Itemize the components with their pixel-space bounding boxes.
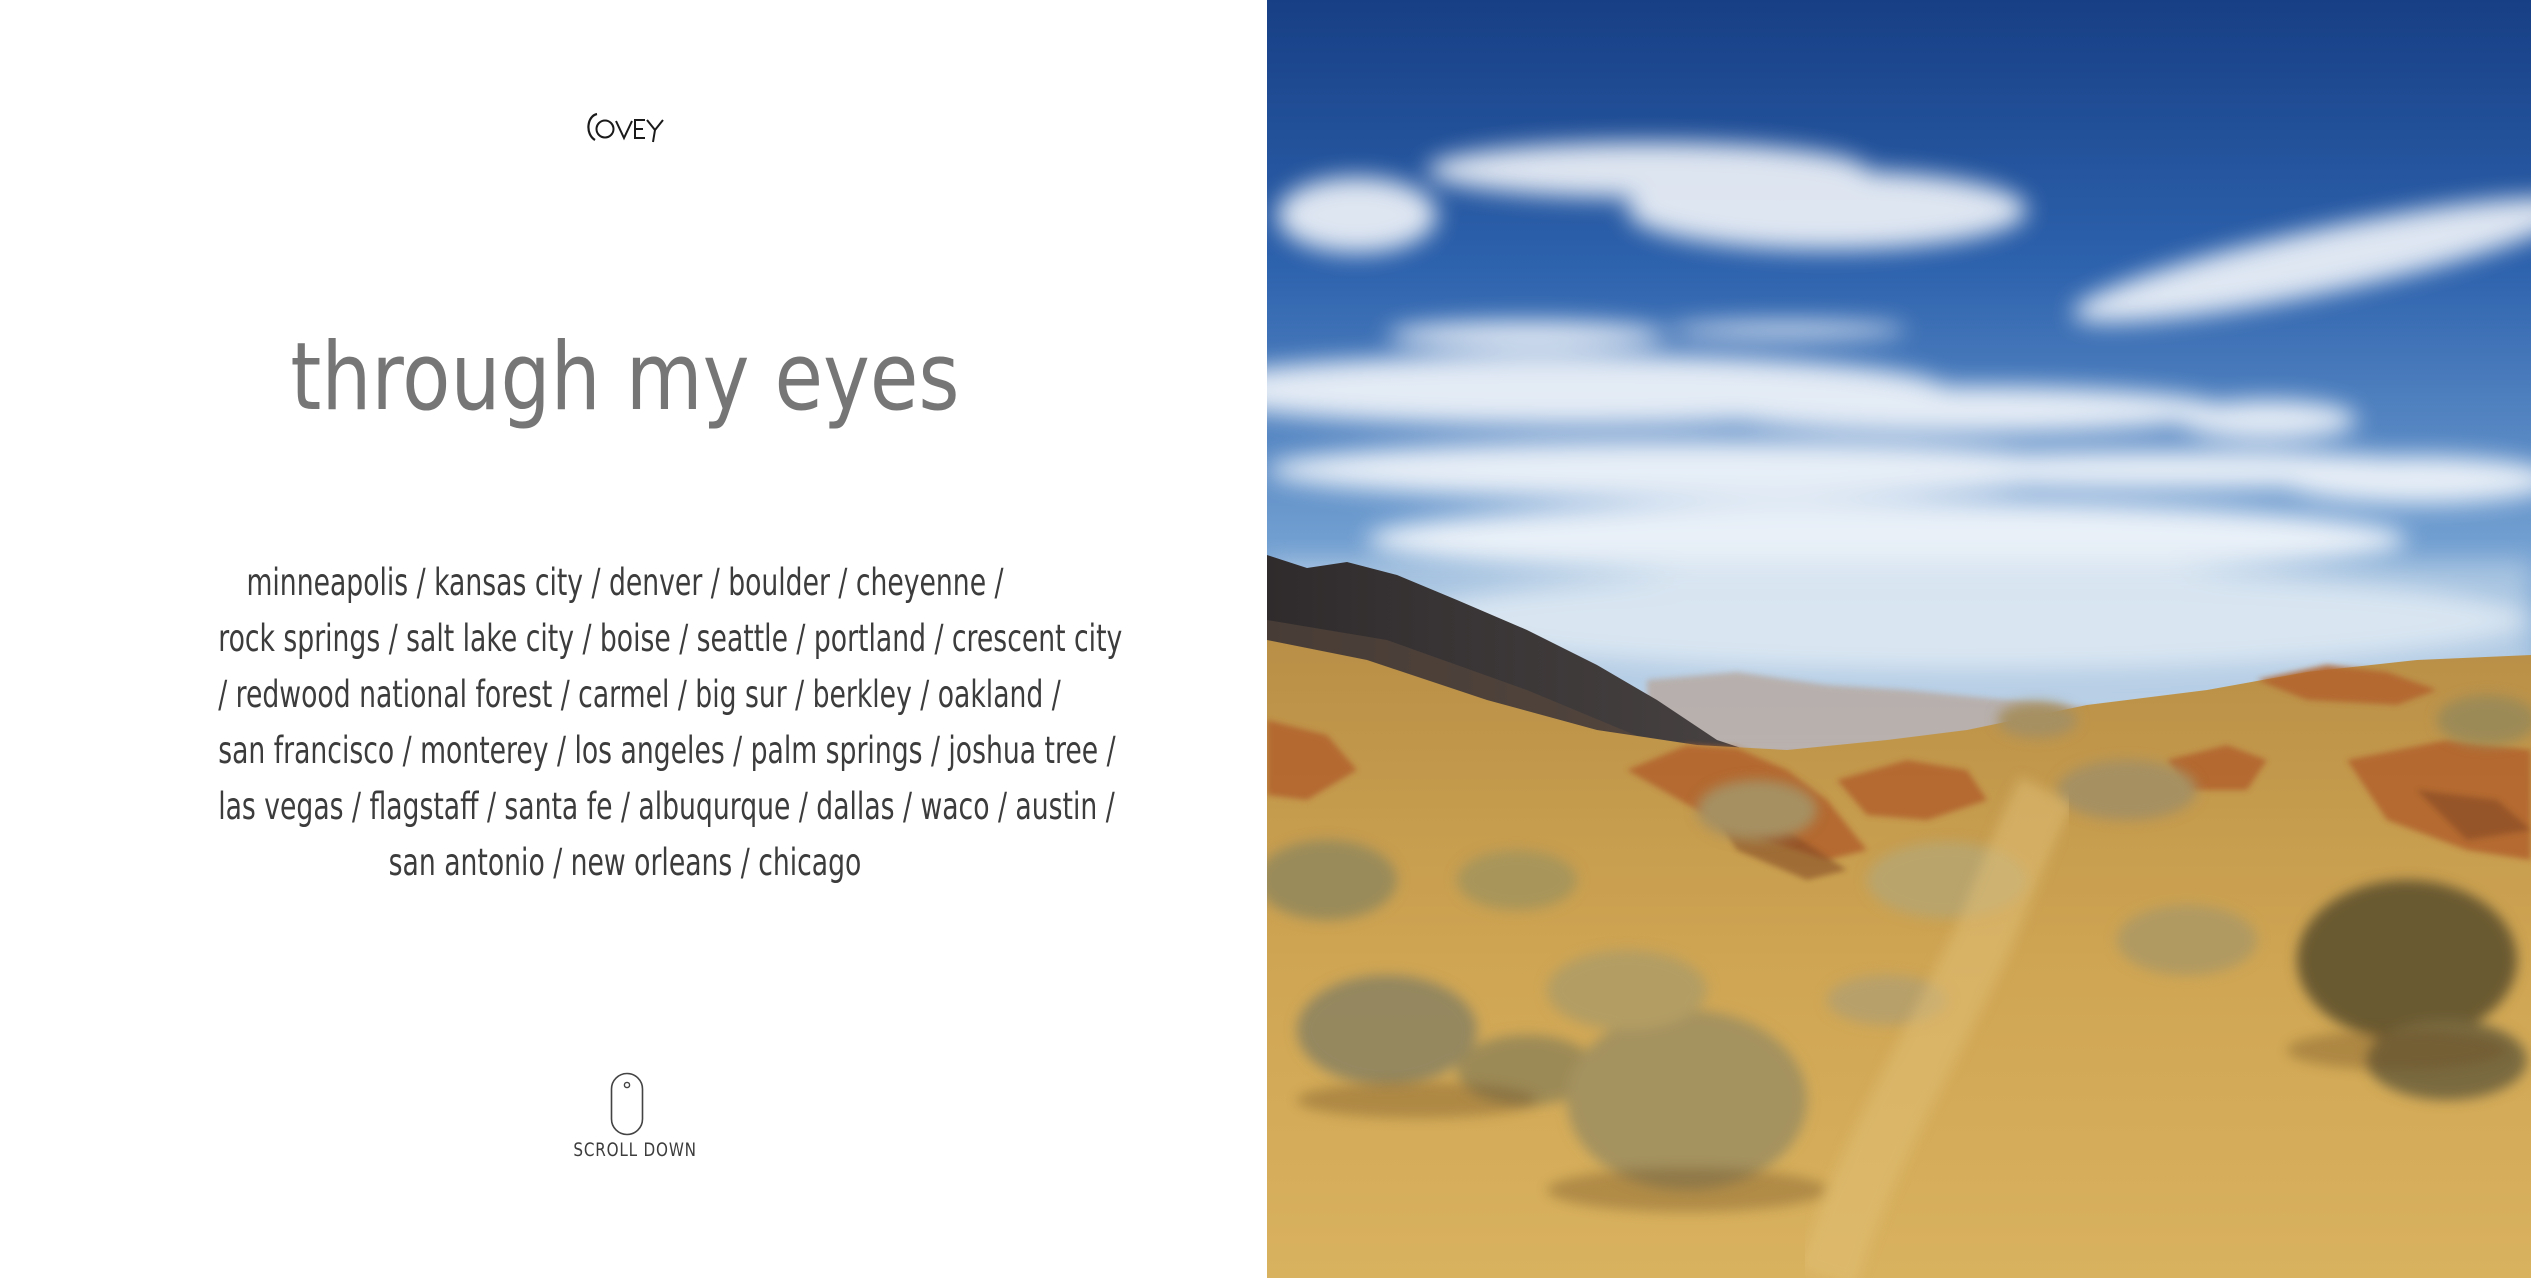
hero-photo-panel [1267,0,2531,1278]
places-line: san francisco / monterey / los angeles /… [218,729,1116,772]
places-line: san antonio / new orleans / chicago [388,841,862,884]
scroll-down-button[interactable]: SCROLL DOWN [560,1072,697,1172]
places-line: / redwood national forest / carmel / big… [218,673,1061,716]
desert-landscape-image [1267,0,2531,1278]
places-list: minneapolis / kansas city / denver / bou… [60,555,1190,891]
places-line: minneapolis / kansas city / denver / bou… [246,561,1004,604]
places-line: las vegas / flagstaff / santa fe / albuq… [218,785,1115,828]
mouse-icon [610,1072,644,1136]
intro-panel: through my eyes minneapolis / kansas cit… [0,0,1267,1278]
covey-logo-icon [587,112,664,143]
scroll-down-label: SCROLL DOWN [573,1139,697,1161]
brand-logo[interactable] [583,108,669,148]
page: through my eyes minneapolis / kansas cit… [0,0,2531,1278]
places-line: rock springs / salt lake city / boise / … [218,617,1123,660]
page-title: through my eyes [290,323,960,432]
